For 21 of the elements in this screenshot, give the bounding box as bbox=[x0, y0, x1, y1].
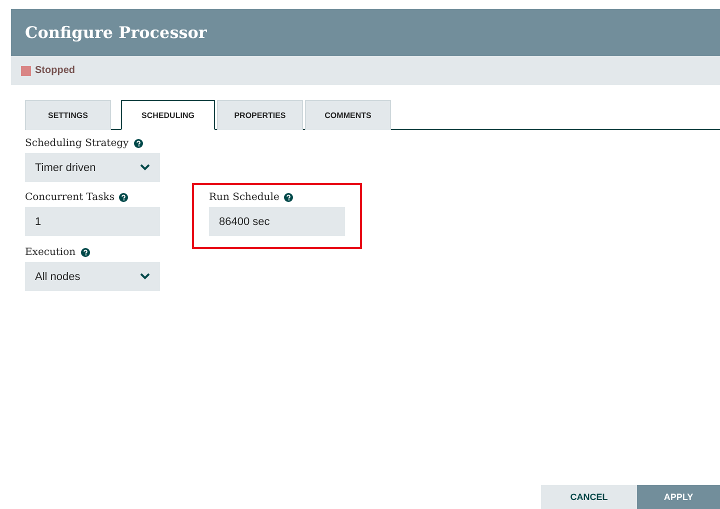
dialog-title: Configure Processor bbox=[25, 23, 207, 42]
help-icon bbox=[284, 193, 294, 202]
help-icon bbox=[119, 193, 128, 202]
cancel-button[interactable]: CANCEL bbox=[541, 485, 637, 509]
status-label: Stopped bbox=[35, 65, 75, 76]
tab[interactable]: PROPERTIES bbox=[217, 100, 303, 130]
tab[interactable]: SCHEDULING bbox=[121, 100, 215, 130]
help-icon bbox=[80, 248, 90, 257]
field-label: Execution bbox=[25, 247, 76, 258]
chevron-down-icon bbox=[140, 273, 150, 280]
field-label: Run Schedule bbox=[209, 192, 280, 203]
tab[interactable]: COMMENTS bbox=[305, 100, 391, 130]
field-label: Scheduling Strategy bbox=[25, 138, 129, 149]
select-field[interactable]: All nodes bbox=[25, 262, 160, 291]
input-field[interactable]: 1 bbox=[25, 207, 160, 236]
help-icon bbox=[134, 139, 143, 148]
tab[interactable]: SETTINGS bbox=[25, 100, 111, 130]
select-field[interactable]: Timer driven bbox=[25, 153, 160, 182]
input-field[interactable]: 86400 sec bbox=[209, 207, 345, 236]
field-label: Concurrent Tasks bbox=[25, 192, 114, 203]
chevron-down-icon bbox=[140, 164, 150, 171]
